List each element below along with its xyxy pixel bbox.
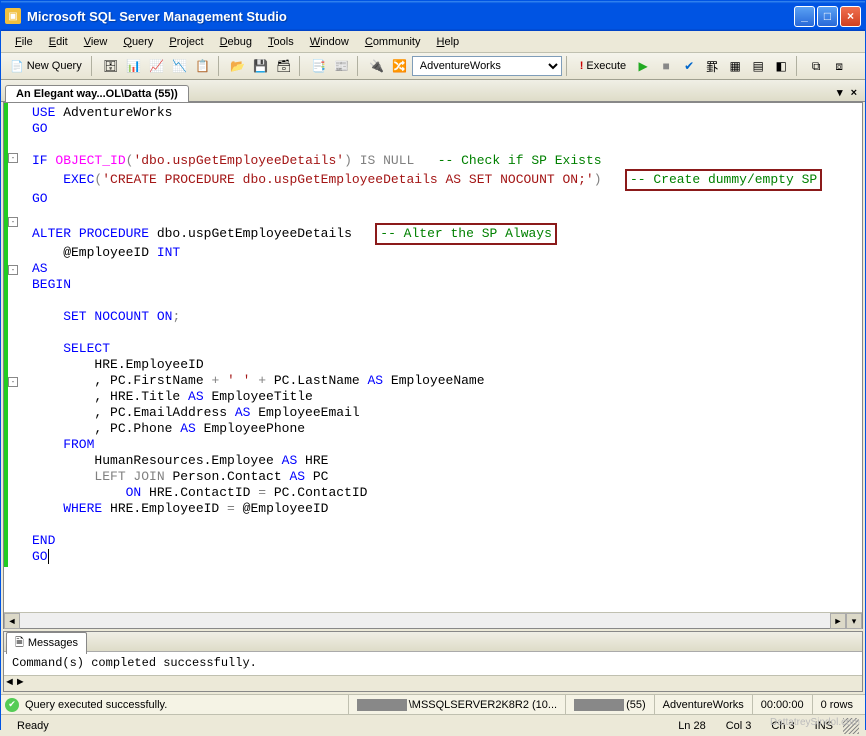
separator	[796, 56, 801, 76]
messages-tab[interactable]: 🗎 Messages	[6, 632, 87, 654]
menu-view[interactable]: View	[76, 34, 116, 50]
menu-edit[interactable]: Edit	[41, 34, 76, 50]
save-icon[interactable]: 💾	[250, 55, 272, 77]
query-status-msg: Query executed successfully.	[25, 699, 348, 711]
messages-icon: 🗎	[15, 634, 24, 653]
scroll-left-icon[interactable]: ◄	[4, 676, 15, 691]
query-status-bar: ✔ Query executed successfully. \MSSQLSER…	[1, 694, 865, 714]
menu-file[interactable]: File	[7, 34, 41, 50]
annotation-box-2: -- Alter the SP Always	[375, 223, 557, 245]
outline-toggle[interactable]: -	[8, 153, 18, 163]
new-query-icon: 📄	[10, 60, 24, 73]
xmla-icon[interactable]: 📋	[192, 55, 214, 77]
minimize-button[interactable]: _	[794, 6, 815, 27]
execute-icon: !	[580, 60, 584, 72]
comment-icon[interactable]: ⧉	[805, 55, 827, 77]
editor-tab[interactable]: An Elegant way...OL\Datta (55))	[5, 85, 189, 102]
menu-window[interactable]: Window	[302, 34, 357, 50]
intellisense-icon[interactable]: ◧	[770, 55, 792, 77]
menu-tools[interactable]: Tools	[260, 34, 302, 50]
menu-project[interactable]: Project	[161, 34, 211, 50]
stop-icon[interactable]: ■	[655, 55, 677, 77]
separator	[299, 56, 304, 76]
server-cell: \MSSQLSERVER2K8R2 (10...	[348, 695, 565, 714]
activity-icon[interactable]: 📑	[308, 55, 330, 77]
results-icon[interactable]: ▤	[747, 55, 769, 77]
new-query-button[interactable]: 📄 New Query	[5, 58, 87, 75]
watermark: DattatreySindol.com	[770, 717, 860, 728]
debug-icon[interactable]: ▶	[632, 55, 654, 77]
separator	[218, 56, 223, 76]
new-query-label: New Query	[27, 60, 82, 72]
titlebar: ▣ Microsoft SQL Server Management Studio…	[1, 1, 865, 31]
execute-label: Execute	[586, 60, 626, 72]
db-cell: AdventureWorks	[654, 695, 752, 714]
menu-help[interactable]: Help	[429, 34, 468, 50]
rows-cell: 0 rows	[812, 695, 861, 714]
outline-toggle[interactable]: -	[8, 377, 18, 387]
tab-dropdown-icon[interactable]: ▾	[833, 84, 847, 101]
code-editor[interactable]: USE AdventureWorks GO IF OBJECT_ID('dbo.…	[4, 103, 862, 612]
redacted-block	[357, 699, 407, 711]
open-icon[interactable]: 📂	[227, 55, 249, 77]
messages-body[interactable]: Command(s) completed successfully.	[4, 652, 862, 675]
redacted-block	[574, 699, 624, 711]
messages-hscroll[interactable]: ◄ ►	[4, 675, 862, 691]
outline-toggle[interactable]: -	[8, 217, 18, 227]
cursor	[48, 549, 49, 564]
scroll-left-icon[interactable]: ◄	[4, 613, 20, 629]
report-icon[interactable]: 📰	[331, 55, 353, 77]
change-conn-icon[interactable]: 🔀	[389, 55, 411, 77]
time-cell: 00:00:00	[752, 695, 812, 714]
status-bar: Ready Ln 28 Col 3 Ch 3 INS DattatreySind…	[1, 714, 865, 736]
saveall-icon[interactable]: 🗃	[273, 55, 295, 77]
separator	[566, 56, 571, 76]
scroll-corner-icon: ▾	[846, 613, 862, 629]
db-engine-icon[interactable]: 🗄	[100, 55, 122, 77]
database-selector[interactable]: AdventureWorks	[412, 56, 562, 76]
app-icon: ▣	[5, 8, 21, 24]
options-icon[interactable]: ▦	[724, 55, 746, 77]
maximize-button[interactable]: □	[817, 6, 838, 27]
outline-toggle[interactable]: -	[8, 265, 18, 275]
menu-query[interactable]: Query	[115, 34, 161, 50]
parse-icon[interactable]: ✔	[678, 55, 700, 77]
tab-title: An Elegant way...OL\Datta (55))	[16, 88, 178, 100]
window-title: Microsoft SQL Server Management Studio	[27, 9, 794, 24]
window-buttons: _ □ ×	[794, 6, 861, 27]
plan-icon[interactable]: 罫	[701, 55, 723, 77]
editor-container: USE AdventureWorks GO IF OBJECT_ID('dbo.…	[3, 102, 863, 629]
scroll-right-icon[interactable]: ►	[15, 676, 26, 691]
editor-hscroll[interactable]: ◄ ► ▾	[4, 612, 862, 628]
connect-icon[interactable]: 🔌	[366, 55, 388, 77]
tabstrip: An Elegant way...OL\Datta (55)) ▾ ×	[1, 80, 865, 102]
uncomment-icon[interactable]: ⧈	[828, 55, 850, 77]
messages-tab-label: Messages	[28, 637, 78, 649]
dmx-icon[interactable]: 📉	[169, 55, 191, 77]
separator	[91, 56, 96, 76]
code-content[interactable]: USE AdventureWorks GO IF OBJECT_ID('dbo.…	[4, 103, 862, 567]
success-icon: ✔	[5, 698, 19, 712]
menubar: File Edit View Query Project Debug Tools…	[1, 31, 865, 53]
user-cell: (55)	[565, 695, 654, 714]
messages-panel: 🗎 Messages Command(s) completed successf…	[3, 631, 863, 692]
separator	[357, 56, 362, 76]
tab-close-icon[interactable]: ×	[847, 85, 861, 101]
mdx-icon[interactable]: 📈	[146, 55, 168, 77]
toolbar: 📄 New Query 🗄 📊 📈 📉 📋 📂 💾 🗃 📑 📰 🔌 🔀 Adve…	[1, 53, 865, 80]
scroll-right-icon[interactable]: ►	[830, 613, 846, 629]
messages-tabstrip: 🗎 Messages	[4, 632, 862, 652]
annotation-box-1: -- Create dummy/empty SP	[625, 169, 822, 191]
scroll-track[interactable]	[20, 613, 830, 628]
menu-debug[interactable]: Debug	[212, 34, 260, 50]
analysis-icon[interactable]: 📊	[123, 55, 145, 77]
close-button[interactable]: ×	[840, 6, 861, 27]
menu-community[interactable]: Community	[357, 34, 429, 50]
execute-button[interactable]: ! Execute	[575, 58, 631, 74]
